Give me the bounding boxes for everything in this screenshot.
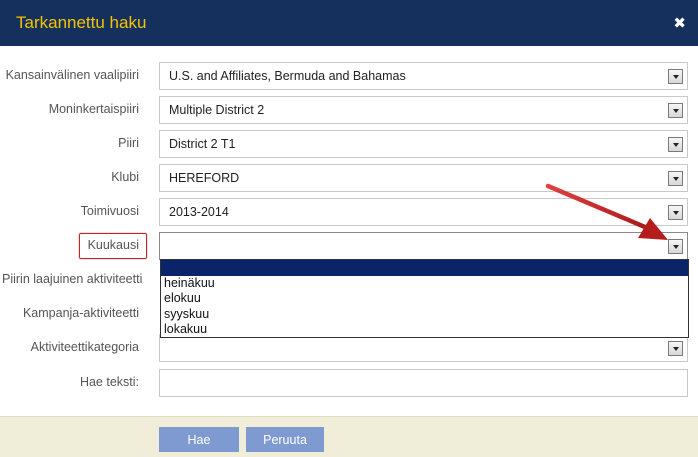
district-wide-activity-label: Piirin laajuinen aktiviteetti xyxy=(2,272,143,286)
row-search-text: Hae teksti: xyxy=(0,369,698,397)
dialog-footer: Hae Peruuta xyxy=(0,416,698,457)
district-value: District 2 T1 xyxy=(169,137,236,151)
search-button[interactable]: Hae xyxy=(159,427,239,452)
multiple-district-label: Moninkertaispiiri xyxy=(48,102,139,116)
dialog-titlebar: Tarkannettu haku ✖ xyxy=(0,0,698,46)
row-activity-category: Aktiviteettikategoria xyxy=(0,334,698,362)
dialog-title: Tarkannettu haku xyxy=(16,13,147,32)
annotation-highlight-box xyxy=(79,233,147,259)
chevron-down-icon[interactable] xyxy=(668,103,683,118)
international-constituency-value: U.S. and Affiliates, Bermuda and Bahamas xyxy=(169,69,406,83)
close-icon[interactable]: ✖ xyxy=(673,16,686,31)
district-select[interactable]: District 2 T1 xyxy=(159,130,688,158)
row-multiple-district: Moninkertaispiiri Multiple District 2 xyxy=(0,96,698,124)
district-label: Piiri xyxy=(118,136,139,150)
month-option-syyskuu[interactable]: syyskuu xyxy=(161,307,688,323)
chevron-down-icon[interactable] xyxy=(668,341,683,356)
cancel-button[interactable]: Peruuta xyxy=(246,427,324,452)
month-option[interactable] xyxy=(161,260,688,276)
activity-category-select[interactable] xyxy=(159,334,688,362)
annotation-arrow-icon xyxy=(545,183,668,240)
month-option-elokuu[interactable]: elokuu xyxy=(161,291,688,307)
multiple-district-value: Multiple District 2 xyxy=(169,103,265,117)
month-option-lokakuu[interactable]: lokakuu xyxy=(161,322,688,338)
international-constituency-select[interactable]: U.S. and Affiliates, Bermuda and Bahamas xyxy=(159,62,688,90)
activity-category-label: Aktiviteettikategoria xyxy=(30,340,139,354)
search-text-input[interactable] xyxy=(159,369,688,397)
row-district: Piiri District 2 T1 xyxy=(0,130,698,158)
month-dropdown-list: heinäkuu elokuu syyskuu lokakuu xyxy=(160,259,689,338)
club-label: Klubi xyxy=(111,170,139,184)
advanced-search-dialog: Tarkannettu haku ✖ Kansainvälinen vaalip… xyxy=(0,0,698,457)
chevron-down-icon[interactable] xyxy=(668,69,683,84)
fiscal-year-label: Toimivuosi xyxy=(80,204,139,218)
month-option-heinakuu[interactable]: heinäkuu xyxy=(161,276,688,292)
multiple-district-select[interactable]: Multiple District 2 xyxy=(159,96,688,124)
campaign-activity-label: Kampanja-aktiviteetti xyxy=(22,306,139,320)
search-text-label: Hae teksti: xyxy=(79,375,139,389)
international-constituency-label: Kansainvälinen vaalipiiri xyxy=(5,68,139,82)
row-international-constituency: Kansainvälinen vaalipiiri U.S. and Affil… xyxy=(0,62,698,90)
chevron-down-icon[interactable] xyxy=(668,137,683,152)
